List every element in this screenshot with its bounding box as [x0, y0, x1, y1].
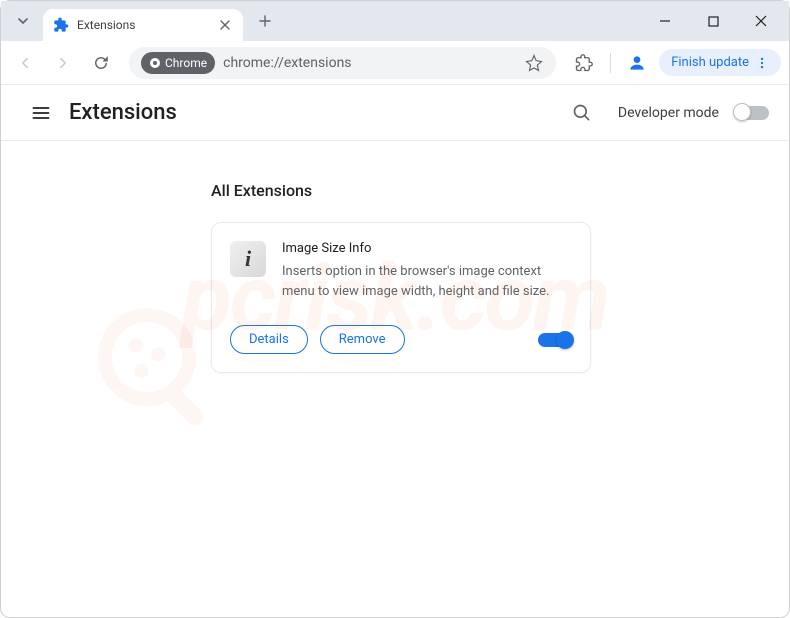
maximize-icon	[708, 16, 719, 27]
reload-button[interactable]	[85, 47, 117, 79]
address-bar[interactable]: Chrome chrome://extensions	[129, 47, 556, 79]
window-controls	[645, 6, 781, 36]
developer-mode-toggle[interactable]	[735, 106, 769, 120]
extension-item-icon: i	[230, 241, 266, 277]
extension-name: Image Size Info	[282, 241, 572, 256]
back-button[interactable]	[9, 47, 41, 79]
browser-toolbar: Chrome chrome://extensions Finish update	[1, 41, 789, 85]
url-text: chrome://extensions	[223, 55, 516, 71]
tab-close-button[interactable]	[217, 17, 233, 33]
new-tab-button[interactable]	[251, 7, 279, 35]
separator	[610, 53, 611, 73]
tabs-dropdown-button[interactable]	[9, 7, 37, 35]
close-icon	[220, 20, 230, 30]
extension-icon	[53, 17, 69, 33]
extension-card: i Image Size Info Inserts option in the …	[211, 222, 591, 373]
menu-button[interactable]	[21, 93, 61, 133]
extension-enable-toggle[interactable]	[538, 333, 572, 347]
developer-mode-label: Developer mode	[618, 105, 719, 121]
close-window-button[interactable]	[741, 6, 781, 36]
extension-description: Inserts option in the browser's image co…	[282, 262, 572, 301]
puzzle-icon	[575, 54, 593, 72]
all-extensions-label: All Extensions	[211, 181, 729, 200]
toggle-knob	[733, 103, 751, 121]
details-button[interactable]: Details	[230, 325, 308, 354]
extensions-content: pcrisk.com All Extensions i Image Size I…	[1, 141, 789, 413]
reload-icon	[92, 54, 110, 72]
bookmark-button[interactable]	[524, 53, 544, 73]
extensions-button[interactable]	[568, 47, 600, 79]
window-titlebar: Extensions	[1, 1, 789, 41]
arrow-right-icon	[54, 54, 72, 72]
tab-title: Extensions	[77, 18, 217, 32]
person-icon	[627, 53, 647, 73]
chrome-chip-label: Chrome	[165, 56, 207, 70]
chrome-icon	[149, 57, 161, 69]
plus-icon	[259, 15, 271, 27]
star-icon	[525, 54, 543, 72]
browser-tab[interactable]: Extensions	[43, 9, 243, 41]
close-icon	[755, 15, 767, 27]
extensions-header: Extensions Developer mode	[1, 85, 789, 141]
maximize-button[interactable]	[693, 6, 733, 36]
profile-button[interactable]	[621, 47, 653, 79]
minimize-icon	[659, 15, 671, 27]
search-icon	[572, 103, 592, 123]
finish-update-button[interactable]: Finish update	[659, 49, 781, 76]
chrome-chip: Chrome	[141, 52, 215, 74]
search-button[interactable]	[562, 93, 602, 133]
page-title: Extensions	[69, 100, 177, 125]
chevron-down-icon	[17, 15, 29, 27]
more-vert-icon	[755, 56, 769, 70]
forward-button[interactable]	[47, 47, 79, 79]
watermark-icon	[91, 301, 231, 441]
arrow-left-icon	[16, 54, 34, 72]
remove-button[interactable]: Remove	[320, 325, 405, 354]
minimize-button[interactable]	[645, 6, 685, 36]
finish-update-label: Finish update	[671, 55, 749, 70]
hamburger-icon	[31, 103, 51, 123]
